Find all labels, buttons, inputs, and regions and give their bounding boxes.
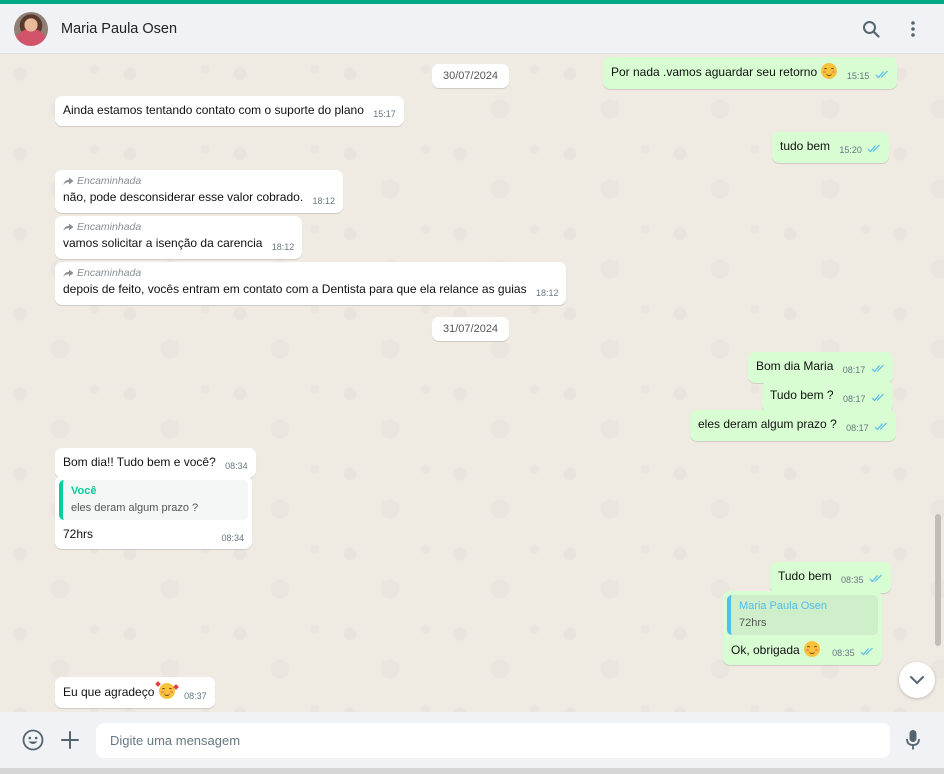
search-icon[interactable] — [860, 18, 882, 40]
read-ticks-icon — [871, 362, 885, 376]
date-separator: 31/07/2024 — [432, 317, 510, 341]
plus-icon[interactable] — [57, 727, 83, 753]
forwarded-message[interactable]: Encaminhada não, pode desconsiderar esse… — [55, 170, 344, 213]
chat-header: Maria Paula Osen — [0, 4, 944, 54]
message-time: 08:17 — [842, 394, 866, 404]
message-time: 08:35 — [832, 648, 855, 658]
message-time: 15:20 — [839, 145, 862, 155]
forwarded-message[interactable]: Encaminhada vamos solicitar a isenção da… — [55, 216, 303, 259]
forwarded-text: Encaminhada — [77, 221, 142, 233]
message-time: 08:34 — [221, 533, 244, 543]
window-bottom-edge — [0, 768, 944, 774]
composer-bar — [0, 712, 944, 768]
smiling-face-emoji — [821, 63, 838, 79]
read-ticks-icon — [875, 68, 889, 82]
message-text: eles deram algum prazo ? — [698, 417, 837, 431]
forwarded-message[interactable]: Encaminhada depois de feito, vocês entra… — [55, 262, 567, 305]
message-time: 15:15 — [846, 71, 870, 81]
message-time: 08:37 — [184, 691, 207, 701]
reply-message[interactable]: Maria Paula Osen 72hrs Ok, obrigada 08:3… — [723, 591, 882, 665]
message-text: Ainda estamos tentando contato com o sup… — [63, 103, 364, 117]
message-text: não, pode desconsiderar esse valor cobra… — [63, 190, 304, 204]
outgoing-message[interactable]: Tudo bem ? 08:17 — [762, 381, 893, 412]
forwarded-label: Encaminhada — [63, 175, 335, 187]
forwarded-label: Encaminhada — [63, 267, 558, 279]
message-time: 15:17 — [373, 109, 396, 119]
message-text: Bom dia!! Tudo bem e você? — [63, 455, 216, 469]
chat-area[interactable]: 30/07/2024 Por nada .vamos aguardar seu … — [0, 54, 944, 712]
outgoing-message[interactable]: Tudo bem 08:35 — [770, 562, 891, 593]
outgoing-message[interactable]: Bom dia Maria 08:17 — [748, 352, 893, 383]
message-text: depois de feito, vocês entram em contato… — [63, 282, 527, 296]
message-text: Tudo bem — [778, 569, 832, 583]
message-time: 18:12 — [535, 288, 559, 298]
message-text: Ok, obrigada — [731, 643, 800, 657]
quote-text: 72hrs — [739, 617, 767, 629]
outgoing-message[interactable]: tudo bem 15:20 — [772, 132, 890, 163]
incoming-message[interactable]: Eu que agradeço 08:37 — [55, 677, 215, 708]
read-ticks-icon — [869, 572, 883, 586]
incoming-message[interactable]: Bom dia!! Tudo bem e você? 08:34 — [55, 448, 256, 478]
quote-author: Maria Paula Osen — [739, 600, 828, 612]
message-text: Por nada .vamos aguardar seu retorno — [611, 65, 818, 79]
message-input[interactable] — [96, 723, 890, 758]
message-text: Tudo bem ? — [770, 388, 834, 402]
forward-arrow-icon — [63, 269, 74, 277]
chat-scrollbar[interactable] — [935, 514, 941, 646]
forwarded-text: Encaminhada — [77, 267, 142, 279]
message-time: 08:17 — [846, 423, 869, 433]
quoted-message[interactable]: Você eles deram algum prazo ? — [59, 480, 248, 520]
forward-arrow-icon — [63, 223, 74, 231]
message-text: tudo bem — [780, 139, 831, 153]
message-time: 08:17 — [842, 365, 866, 375]
microphone-icon[interactable] — [900, 727, 926, 753]
message-text: vamos solicitar a isenção da carencia — [63, 236, 263, 250]
smiling-face-with-hearts-emoji — [154, 681, 179, 699]
outgoing-message[interactable]: Por nada .vamos aguardar seu retorno 15:… — [603, 57, 897, 89]
reply-message[interactable]: Você eles deram algum prazo ? 72hrs 08:3… — [55, 476, 252, 549]
quoted-message[interactable]: Maria Paula Osen 72hrs — [727, 595, 878, 635]
scroll-down-button[interactable] — [899, 662, 935, 698]
read-ticks-icon — [860, 645, 874, 659]
emoji-icon[interactable] — [20, 727, 46, 753]
message-text: Eu que agradeço — [63, 685, 155, 699]
message-text: Bom dia Maria — [756, 359, 834, 373]
incoming-message[interactable]: Ainda estamos tentando contato com o sup… — [55, 96, 404, 126]
quote-author: Você — [71, 485, 97, 497]
message-text: 72hrs — [63, 527, 94, 541]
more-vertical-icon[interactable] — [902, 18, 924, 40]
chevron-down-icon — [910, 676, 924, 685]
message-time: 08:34 — [225, 461, 248, 471]
contact-name[interactable]: Maria Paula Osen — [61, 21, 177, 37]
message-time: 08:35 — [840, 575, 864, 585]
read-ticks-icon — [867, 142, 881, 156]
read-ticks-icon — [871, 391, 885, 405]
outgoing-message[interactable]: eles deram algum prazo ? 08:17 — [690, 410, 896, 441]
forwarded-label: Encaminhada — [63, 221, 294, 233]
smiling-face-emoji — [804, 641, 821, 657]
message-time: 18:12 — [312, 196, 336, 206]
forward-arrow-icon — [63, 177, 74, 185]
date-separator: 30/07/2024 — [432, 64, 510, 88]
read-ticks-icon — [874, 420, 888, 434]
avatar[interactable] — [14, 11, 48, 46]
quote-text: eles deram algum prazo ? — [71, 502, 199, 514]
forwarded-text: Encaminhada — [77, 175, 142, 187]
message-time: 18:12 — [271, 242, 295, 252]
